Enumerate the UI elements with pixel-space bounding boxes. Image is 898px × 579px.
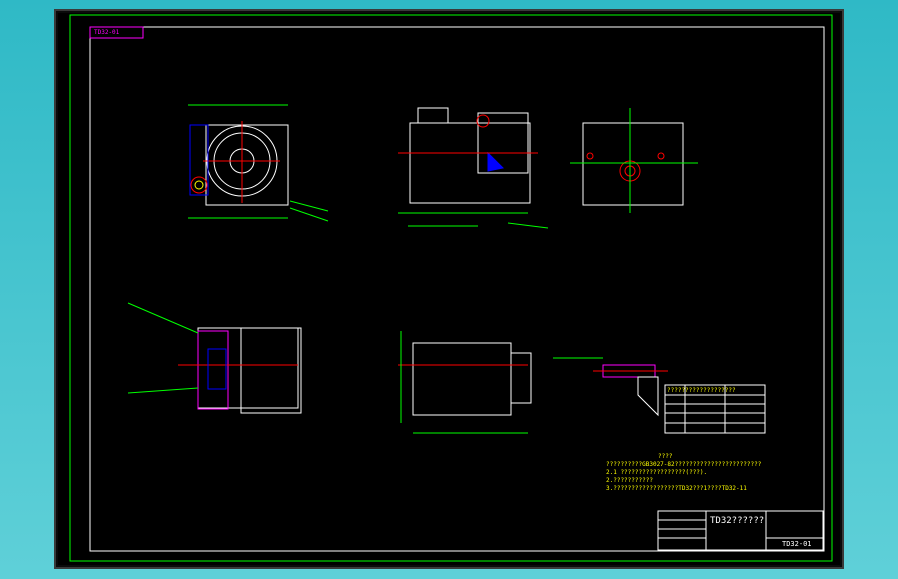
title-block-name: TD32?????? bbox=[710, 516, 765, 526]
note-line-2: 2.1 ??????????????????(???). bbox=[606, 469, 708, 476]
notes-header: ???? bbox=[658, 453, 673, 460]
stamp-number: TD32-01 bbox=[94, 29, 120, 36]
note-line-4: 3.??????????????????TD32???1????TD32-11 bbox=[606, 485, 747, 492]
drawing-canvas[interactable]: TD32-01 ??????????????????? ???? ???????… bbox=[58, 13, 840, 565]
note-line-1: ??????????GB3027-82?????????????????????… bbox=[606, 461, 762, 468]
front-view bbox=[188, 104, 329, 222]
inner-frame bbox=[89, 26, 825, 552]
side-view bbox=[398, 107, 549, 229]
cad-drawing bbox=[69, 14, 833, 562]
plan-view bbox=[398, 331, 532, 434]
outer-frame bbox=[69, 14, 833, 562]
title-block-number: TD32-01 bbox=[782, 540, 812, 548]
note-line-3: 2.??????????? bbox=[606, 477, 653, 484]
end-view bbox=[570, 108, 698, 213]
parts-table-title: ??????????????????? bbox=[667, 387, 736, 394]
detail-view bbox=[553, 357, 668, 417]
section-view bbox=[127, 302, 302, 414]
